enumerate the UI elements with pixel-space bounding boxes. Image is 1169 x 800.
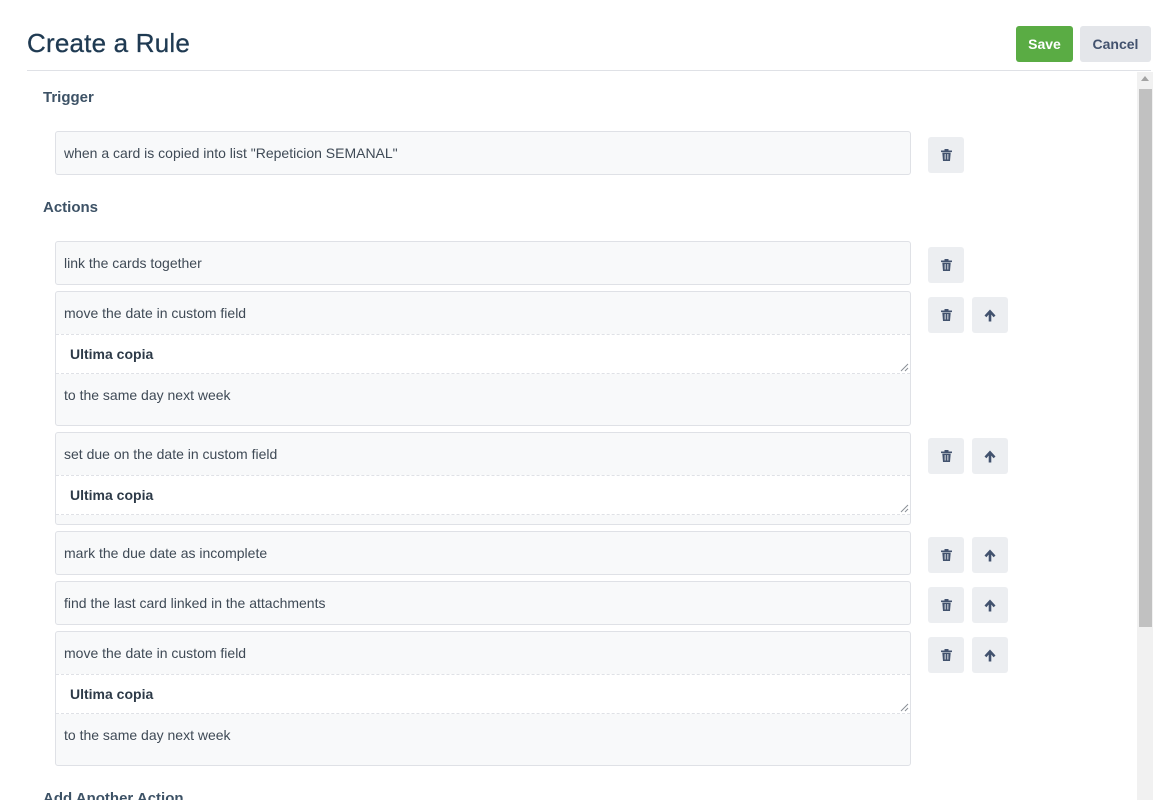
action-card[interactable]: set due on the date in custom field Ulti…	[55, 432, 911, 525]
page-title: Create a Rule	[27, 28, 191, 58]
trigger-card[interactable]: when a card is copied into list "Repetic…	[55, 131, 911, 175]
custom-field-input[interactable]: Ultima copia	[56, 334, 910, 374]
arrow-up-icon	[984, 309, 996, 321]
action-text: mark the due date as incomplete	[64, 545, 268, 561]
trash-icon	[940, 549, 952, 561]
action-suffix-text: to the same day next week	[64, 387, 231, 403]
action-move-up-button[interactable]	[972, 438, 1008, 474]
trash-icon	[940, 599, 952, 611]
trigger-delete-button[interactable]	[928, 137, 964, 173]
trigger-heading: Trigger	[43, 89, 94, 106]
action-text: set due on the date in custom field	[64, 446, 278, 462]
trash-icon	[940, 259, 952, 271]
resize-grip-icon[interactable]	[900, 504, 909, 513]
action-text: link the cards together	[64, 255, 202, 271]
add-action-heading: Add Another Action	[43, 790, 184, 800]
action-move-up-button[interactable]	[972, 297, 1008, 333]
action-text: move the date in custom field	[64, 645, 247, 661]
trash-icon	[940, 309, 952, 321]
action-move-up-button[interactable]	[972, 537, 1008, 573]
custom-field-input[interactable]: Ultima copia	[56, 674, 910, 714]
action-text: find the last card linked in the attachm…	[64, 595, 326, 611]
arrow-up-icon	[984, 599, 996, 611]
custom-field-input[interactable]: Ultima copia	[56, 475, 910, 515]
custom-field-value: Ultima copia	[70, 487, 154, 503]
save-button[interactable]: Save	[1016, 26, 1073, 62]
trash-icon	[940, 649, 952, 661]
action-move-up-button[interactable]	[972, 587, 1008, 623]
arrow-up-icon	[984, 649, 996, 661]
action-card[interactable]: mark the due date as incomplete	[55, 531, 911, 575]
arrow-up-icon	[984, 450, 996, 462]
custom-field-value: Ultima copia	[70, 686, 154, 702]
action-move-up-button[interactable]	[972, 637, 1008, 673]
action-delete-button[interactable]	[928, 537, 964, 573]
action-text: move the date in custom field	[64, 305, 247, 321]
trigger-text: when a card is copied into list "Repetic…	[64, 145, 398, 161]
trash-icon	[940, 450, 952, 462]
arrow-up-icon	[984, 549, 996, 561]
action-card[interactable]: move the date in custom field Ultima cop…	[55, 291, 911, 426]
action-card[interactable]: move the date in custom field Ultima cop…	[55, 631, 911, 766]
action-delete-button[interactable]	[928, 637, 964, 673]
custom-field-value: Ultima copia	[70, 346, 154, 362]
resize-grip-icon[interactable]	[900, 703, 909, 712]
action-card[interactable]: find the last card linked in the attachm…	[55, 581, 911, 625]
action-delete-button[interactable]	[928, 438, 964, 474]
resize-grip-icon[interactable]	[900, 363, 909, 372]
actions-heading: Actions	[43, 199, 99, 216]
scrollbar-thumb[interactable]	[1139, 89, 1152, 627]
trash-icon	[940, 149, 952, 161]
header: Create a Rule Save Cancel	[27, 0, 1151, 71]
scroll-up-arrow-icon[interactable]	[1141, 76, 1149, 81]
action-card[interactable]: link the cards together	[55, 241, 911, 285]
action-delete-button[interactable]	[928, 587, 964, 623]
action-delete-button[interactable]	[928, 247, 964, 283]
action-delete-button[interactable]	[928, 297, 964, 333]
scrollbar[interactable]	[1137, 72, 1153, 800]
action-suffix-text: to the same day next week	[64, 727, 231, 743]
cancel-button[interactable]: Cancel	[1080, 26, 1151, 62]
